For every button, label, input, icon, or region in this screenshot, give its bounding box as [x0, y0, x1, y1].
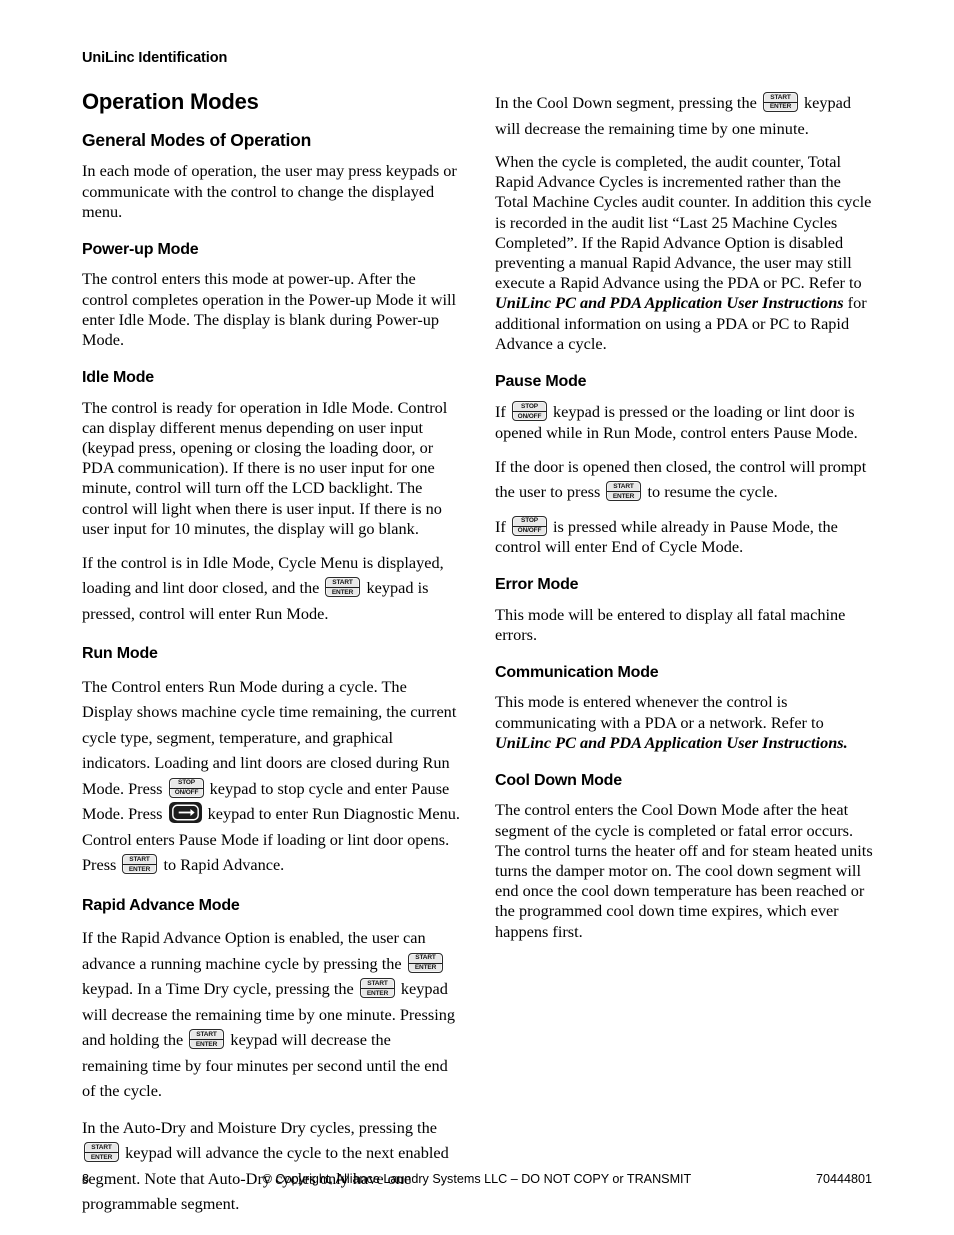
paragraph-idle-to-run: If the control is in Idle Mode, Cycle Me…	[82, 550, 460, 627]
start-enter-icon-bottom-label: ENTER	[332, 588, 354, 596]
paragraph-general-modes: In each mode of operation, the user may …	[82, 161, 457, 221]
stop-onoff-icon-top-label: STOP	[512, 517, 546, 527]
start-enter-icon-bottom-label: ENTER	[196, 1040, 218, 1048]
start-enter-icon-top-label: START	[607, 482, 641, 493]
stop-onoff-icon-top-label: STOP	[169, 779, 203, 789]
start-enter-keypad-icon: START ENTER	[407, 952, 443, 973]
left-column: Operation Modes General Modes of Operati…	[82, 89, 460, 1217]
start-enter-icon-top-label: START	[360, 979, 394, 990]
start-enter-icon-top-label: START	[123, 855, 157, 866]
pause-text-3a: If	[495, 516, 510, 536]
start-enter-icon-bottom-label: ENTER	[129, 865, 151, 873]
running-header: UniLinc Identification	[82, 50, 228, 66]
paragraph-run-mode: The Control enters Run Mode during a cyc…	[82, 674, 460, 878]
audit-text-1: When the cycle is completed, the audit c…	[495, 152, 872, 293]
pause-text-2b: to resume the cycle.	[643, 482, 778, 502]
heading-power-up-mode: Power-up Mode	[82, 240, 199, 258]
rapid-advance-text-1: If the Rapid Advance Option is enabled, …	[82, 928, 426, 973]
start-enter-keypad-icon: START ENTER	[359, 978, 395, 999]
footer-copyright: © Copyright, Alliance Laundry Systems LL…	[262, 1172, 692, 1186]
paragraph-communication-mode: This mode is entered whenever the contro…	[495, 692, 873, 753]
paragraph-power-up-mode: The control enters this mode at power-up…	[82, 269, 457, 349]
pause-text-1b: keypad is pressed or the loading or lint…	[495, 402, 858, 442]
run-text-4: to Rapid Advance.	[159, 855, 285, 875]
start-enter-keypad-icon: START ENTER	[762, 92, 798, 112]
start-enter-icon-bottom-label: ENTER	[414, 964, 436, 972]
page-footer: 8 © Copyright, Alliance Laundry Systems …	[82, 1172, 872, 1192]
start-enter-icon-bottom-label: ENTER	[366, 989, 388, 997]
start-enter-icon-top-label: START	[190, 1030, 224, 1041]
start-enter-icon-top-label: START	[85, 1143, 118, 1154]
start-enter-icon-top-label: START	[408, 954, 442, 964]
heading-error-mode: Error Mode	[495, 576, 579, 594]
start-enter-keypad-icon: START ENTER	[325, 577, 361, 598]
start-enter-icon-bottom-label: ENTER	[769, 103, 792, 111]
stop-onoff-keypad-icon: STOP ON/OFF	[511, 401, 547, 422]
heading-rapid-advance-mode: Rapid Advance Mode	[82, 896, 240, 914]
paragraph-audit-counter: When the cycle is completed, the audit c…	[495, 152, 873, 354]
start-enter-icon-bottom-label: ENTER	[90, 1153, 113, 1161]
rapid-advance-text-2: keypad. In a Time Dry cycle, pressing th…	[82, 979, 358, 999]
start-enter-keypad-icon: START ENTER	[606, 481, 642, 502]
heading-cool-down-mode: Cool Down Mode	[495, 772, 622, 790]
heading-pause-mode: Pause Mode	[495, 373, 587, 391]
paragraph-cool-down-mode: The control enters the Cool Down Mode af…	[495, 800, 873, 941]
right-arrow-keypad-icon	[168, 802, 202, 824]
stop-onoff-keypad-icon: STOP ON/OFF	[511, 515, 547, 536]
heading-general-modes: General Modes of Operation	[82, 130, 312, 151]
paragraph-idle-mode: The control is ready for operation in Id…	[82, 397, 448, 538]
stop-onoff-icon-bottom-label: ON/OFF	[517, 412, 542, 420]
start-enter-icon-bottom-label: ENTER	[613, 492, 635, 500]
start-enter-icon-top-label: START	[763, 93, 797, 103]
comm-text-1: This mode is entered whenever the contro…	[495, 692, 824, 732]
stop-onoff-icon-bottom-label: ON/OFF	[174, 789, 198, 797]
paragraph-rapid-advance-1: If the Rapid Advance Option is enabled, …	[82, 925, 460, 1104]
start-enter-keypad-icon: START ENTER	[122, 854, 158, 875]
heading-run-mode: Run Mode	[82, 645, 158, 663]
right-column: In the Cool Down segment, pressing the S…	[495, 90, 873, 942]
paragraph-pause-mode-1: If STOP ON/OFF keypad is pressed or the l…	[495, 401, 873, 442]
reference-unilinc-instructions: UniLinc PC and PDA Application User Inst…	[495, 732, 848, 752]
reference-unilinc-instructions: UniLinc PC and PDA Application User Inst…	[495, 293, 844, 313]
heading-communication-mode: Communication Mode	[495, 664, 659, 682]
start-enter-icon-top-label: START	[326, 578, 360, 589]
stop-onoff-icon-top-label: STOP	[512, 402, 546, 413]
rapid-advance-2-text-1: In the Auto-Dry and Moisture Dry cycles,…	[82, 1117, 437, 1137]
heading-idle-mode: Idle Mode	[82, 369, 154, 387]
paragraph-rapid-advance-2: In the Auto-Dry and Moisture Dry cycles,…	[82, 1115, 460, 1217]
pause-text-1a: If	[495, 402, 510, 422]
document-page: UniLinc Identification Operation Modes G…	[0, 0, 954, 1235]
paragraph-pause-mode-3: If STOP ON/OFF is pressed while already i…	[495, 515, 873, 557]
cooldown-intro-text-1: In the Cool Down segment, pressing the	[495, 93, 761, 112]
page-title: Operation Modes	[82, 89, 259, 114]
footer-document-number: 70444801	[815, 1172, 872, 1186]
start-enter-keypad-icon: START ENTER	[84, 1142, 119, 1163]
paragraph-error-mode: This mode will be entered to display all…	[495, 604, 846, 644]
stop-onoff-icon-bottom-label: ON/OFF	[517, 527, 542, 535]
paragraph-cooldown-intro: In the Cool Down segment, pressing the S…	[495, 90, 873, 141]
start-enter-keypad-icon: START ENTER	[189, 1029, 225, 1050]
paragraph-pause-mode-2: If the door is opened then closed, the c…	[495, 454, 873, 505]
stop-onoff-keypad-icon: STOP ON/OFF	[168, 777, 204, 798]
